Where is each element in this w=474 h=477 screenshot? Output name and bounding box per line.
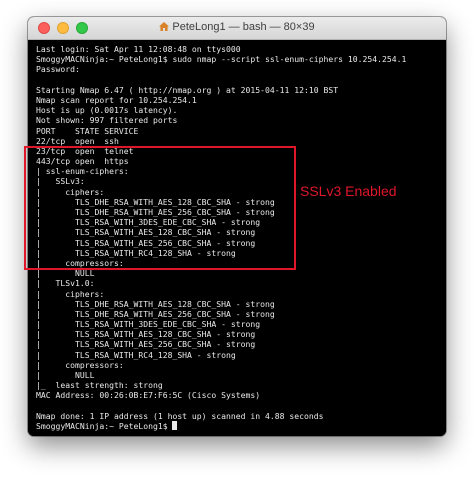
terminal-line: Starting Nmap 6.47 ( http://nmap.org ) a… xyxy=(36,85,442,95)
terminal-line: | TLS_DHE_RSA_WITH_AES_128_CBC_SHA - str… xyxy=(36,299,442,309)
terminal-line-text: PORT STATE SERVICE xyxy=(36,125,139,136)
terminal-line: | TLS_RSA_WITH_3DES_EDE_CBC_SHA - strong xyxy=(36,319,442,329)
terminal-line-text: | TLS_RSA_WITH_3DES_EDE_CBC_SHA - strong xyxy=(36,319,261,330)
terminal-line: Nmap scan report for 10.254.254.1 xyxy=(36,95,442,105)
terminal-line-text: SmoggyMACNinja:~ PeteLong1$ xyxy=(36,420,173,431)
terminal-line: | NULL xyxy=(36,370,442,380)
sslv3-highlight-box xyxy=(24,146,296,270)
terminal-line: SmoggyMACNinja:~ PeteLong1$ sudo nmap --… xyxy=(36,54,442,64)
terminal-line-text: | TLS_RSA_WITH_AES_256_CBC_SHA - strong xyxy=(36,339,256,350)
terminal-line: Password: xyxy=(36,64,442,74)
terminal-line: | TLS_DHE_RSA_WITH_AES_256_CBC_SHA - str… xyxy=(36,309,442,319)
terminal-line: 22/tcp open ssh xyxy=(36,136,442,146)
terminal-line-text: | ciphers: xyxy=(36,288,105,299)
terminal-line-text: |_ least strength: strong xyxy=(36,380,163,391)
terminal-line-text: Starting Nmap 6.47 ( http://nmap.org ) a… xyxy=(36,84,339,95)
terminal-line: SmoggyMACNinja:~ PeteLong1$ xyxy=(36,420,442,431)
terminal-line-text: Nmap done: 1 IP address (1 host up) scan… xyxy=(36,410,324,421)
cursor-block xyxy=(172,420,178,430)
terminal-line-text: | TLSv1.0: xyxy=(36,278,95,289)
terminal-line-text: | TLS_RSA_WITH_RC4_128_SHA - strong xyxy=(36,349,236,360)
terminal-line-text: MAC Address: 00:26:0B:E7:F6:5C (Cisco Sy… xyxy=(36,390,261,401)
terminal-line-text: | TLS_RSA_WITH_AES_128_CBC_SHA - strong xyxy=(36,329,256,340)
terminal-line-text: | NULL xyxy=(36,370,95,380)
terminal-line: |_ least strength: strong xyxy=(36,380,442,390)
terminal-line-text: | TLS_DHE_RSA_WITH_AES_128_CBC_SHA - str… xyxy=(36,298,275,309)
home-icon xyxy=(159,22,170,31)
terminal-line: | TLSv1.0: xyxy=(36,278,442,288)
window-title: PeteLong1 — bash — 80×39 xyxy=(28,21,446,33)
terminal-line-text: Password: xyxy=(36,64,80,75)
terminal-line-text: Not shown: 997 filtered ports xyxy=(36,115,178,126)
terminal-line: Last login: Sat Apr 11 12:08:48 on ttys0… xyxy=(36,44,442,54)
terminal-line: Host is up (0.0017s latency). xyxy=(36,105,442,115)
terminal-line: Nmap done: 1 IP address (1 host up) scan… xyxy=(36,411,442,421)
title-bar[interactable]: PeteLong1 — bash — 80×39 xyxy=(28,17,446,40)
terminal-line: | TLS_RSA_WITH_AES_256_CBC_SHA - strong xyxy=(36,339,442,349)
terminal-line: | TLS_RSA_WITH_RC4_128_SHA - strong xyxy=(36,350,442,360)
terminal-line: Not shown: 997 filtered ports xyxy=(36,115,442,125)
terminal-line-text: SmoggyMACNinja:~ PeteLong1$ sudo nmap --… xyxy=(36,54,407,65)
terminal-line-text: | TLS_DHE_RSA_WITH_AES_256_CBC_SHA - str… xyxy=(36,308,275,319)
terminal-line: | TLS_RSA_WITH_AES_128_CBC_SHA - strong xyxy=(36,329,442,339)
terminal-line: MAC Address: 00:26:0B:E7:F6:5C (Cisco Sy… xyxy=(36,390,442,400)
terminal-line-text: Last login: Sat Apr 11 12:08:48 on ttys0… xyxy=(36,44,241,54)
terminal-line-text: 22/tcp open ssh xyxy=(36,135,119,146)
terminal-line-text: | compressors: xyxy=(36,359,124,370)
annotation-label: SSLv3 Enabled xyxy=(300,183,397,199)
terminal-line-text: Host is up (0.0017s latency). xyxy=(36,105,178,116)
terminal-line: PORT STATE SERVICE xyxy=(36,126,442,136)
terminal-line: | ciphers: xyxy=(36,289,442,299)
terminal-line-text: Nmap scan report for 10.254.254.1 xyxy=(36,94,197,105)
window-title-text: PeteLong1 — bash — 80×39 xyxy=(172,21,315,33)
terminal-line: | compressors: xyxy=(36,360,442,370)
